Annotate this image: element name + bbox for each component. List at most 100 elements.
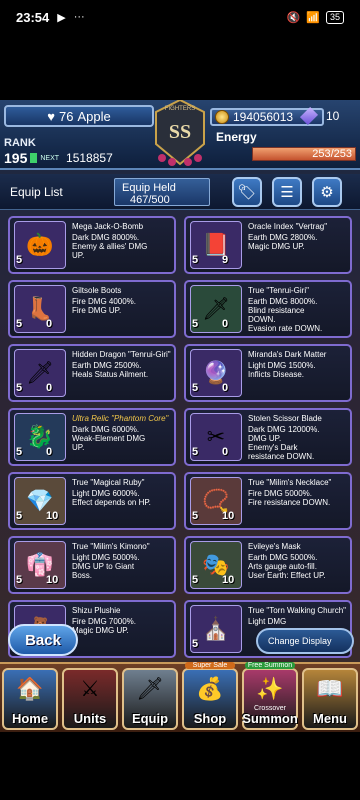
equip-desc-line: Fire resistance DOWN.	[248, 498, 331, 507]
equip-card[interactable]: 🎭 5 10 Evileye's Mask Earth DMG 5000%. Arts g…	[184, 536, 352, 594]
equip-desc-line: Boss.	[72, 571, 93, 580]
next-value: 1518857	[66, 151, 113, 165]
equip-count: 0	[222, 318, 229, 330]
equip-name: Mega Jack-O-Bomb	[72, 222, 144, 231]
equip-card[interactable]: 💎 5 10 True "Magical Ruby" Light DMG 6000%. E…	[8, 472, 176, 530]
equip-desc-line: Earth DMG 5000%.	[248, 553, 318, 562]
youtube-icon: ▶	[57, 11, 66, 24]
equip-count: 0	[46, 318, 53, 330]
equip-count: 10	[46, 510, 59, 522]
sort-button[interactable]: ☰	[272, 177, 302, 207]
gear-icon: ⚙	[320, 184, 334, 201]
next-label: NEXT	[40, 154, 60, 162]
equip-card[interactable]: ✂ 5 0 Stolen Scissor Blade Dark DMG 12000%. D…	[184, 408, 352, 466]
equip-card[interactable]: 📿 5 10 True "Milim's Necklace" Fire DMG 5000…	[184, 472, 352, 530]
nav-label: Menu	[313, 711, 347, 726]
equip-name: True "Milim's Necklace"	[248, 478, 332, 487]
equip-desc: Light DMG 1500%. Inflicts Disease.	[248, 361, 350, 379]
equip-desc-line: Dark DMG 8000%.	[72, 233, 140, 242]
player-name-box[interactable]: ♥ 76 Apple	[4, 105, 154, 127]
equip-desc-line: User Earth: Effect UP.	[248, 571, 326, 580]
equip-card[interactable]: 🐉 5 0 Ultra Relic "Phantom Core" Dark DMG 60…	[8, 408, 176, 466]
more-dots-icon: ···	[73, 11, 85, 23]
equip-desc-line: Light DMG	[248, 617, 287, 626]
nav-label: Equip	[131, 711, 169, 726]
equip-desc-line: Effect depends on HP.	[72, 498, 151, 507]
system-nav-area	[0, 732, 360, 800]
equip-desc: Dark DMG 12000%. DMG UP. Enemy's Dark resis…	[248, 425, 350, 461]
equip-desc: Fire DMG 4000%. Fire DMG UP.	[72, 297, 174, 315]
nav-label: Units	[73, 711, 107, 726]
nav-home-icon: 🏠	[16, 676, 44, 701]
equip-card[interactable]: 🗡 5 0 True "Tenrui-Giri" Earth DMG 8000%. Bli…	[184, 280, 352, 338]
equip-count: 0	[222, 446, 229, 458]
gem-value: 10	[326, 109, 340, 123]
equip-desc-line: Dark DMG 12000%.	[248, 425, 320, 434]
equip-card[interactable]: 👘 5 10 True "Milim's Kimono" Light DMG 5000%…	[8, 536, 176, 594]
energy-value: 253/253	[312, 148, 352, 160]
equip-count: 0	[46, 382, 53, 394]
equip-desc-line: Fire DMG 4000%.	[72, 297, 137, 306]
game-area: ♥ 76 Apple RANK 195 NEXT 1518857 FIGHTER…	[0, 100, 360, 732]
equip-name: Evileye's Mask	[248, 542, 301, 551]
equip-card[interactable]: 🗡 5 0 Hidden Dragon "Tenrui-Giri" Earth DMG …	[8, 344, 176, 402]
nav-menu-icon: 📖	[316, 676, 344, 701]
nav-badge: Super Sale	[185, 662, 235, 669]
equip-desc-line: Magic DMG UP.	[248, 242, 305, 251]
equip-name: Giltsole Boots	[72, 286, 122, 295]
rank-label: RANK	[4, 137, 36, 149]
nav-summon-icon: ✨	[256, 676, 284, 701]
equip-name: Shizu Plushie	[72, 606, 121, 615]
nav-home[interactable]: 🏠 Home	[2, 668, 58, 730]
equip-desc-line: Evasion rate DOWN.	[248, 324, 323, 333]
nav-menu[interactable]: 📖 Menu	[302, 668, 358, 730]
equip-card[interactable]: 🎃 5 Mega Jack-O-Bomb Dark DMG 8000%. Enemy &…	[8, 216, 176, 274]
equip-desc-line: resistance DOWN.	[248, 452, 315, 461]
emblem-grade: SS	[169, 121, 191, 143]
equip-card[interactable]: 📕 5 9 Oracle Index "Vertrag" Earth DMG 2800%…	[184, 216, 352, 274]
status-bar: 23:54 ▶ ··· 🔇 📶 35	[0, 0, 360, 34]
equip-name: True "Milim's Kimono"	[72, 542, 150, 551]
equip-desc-line: Arts gauge auto-fill.	[248, 562, 317, 571]
nav-shop[interactable]: 💰 Super Sale Shop	[182, 662, 238, 730]
equip-card[interactable]: 🔮 5 0 Miranda's Dark Matter Light DMG 1500%.…	[184, 344, 352, 402]
equip-desc-line: Inflicts Disease.	[248, 370, 305, 379]
equip-desc: Light DMG 5000%. DMG UP to Giant Boss.	[72, 553, 174, 580]
equip-desc: Earth DMG 8000%. Blind resistance DOWN. Eva…	[248, 297, 350, 333]
equip-level: 5	[16, 382, 23, 394]
equip-level: 5	[192, 510, 199, 522]
equip-count: 0	[46, 446, 53, 458]
equip-desc-line: UP.	[72, 251, 85, 260]
equip-desc: Earth DMG 2800%. Magic DMG UP.	[248, 233, 350, 251]
equip-desc-line: Earth DMG 8000%.	[248, 297, 318, 306]
tag-filter-button[interactable]: 🏷	[232, 177, 262, 207]
nav-units[interactable]: ⚔ Units	[62, 668, 118, 730]
settings-button[interactable]: ⚙	[312, 177, 342, 207]
equip-list-title: Equip List	[10, 185, 63, 199]
equip-desc-line: Light DMG 5000%.	[72, 553, 140, 562]
player-name: Apple	[77, 108, 111, 124]
equip-desc: Fire DMG 5000%. Fire resistance DOWN.	[248, 489, 350, 507]
change-display-button[interactable]: Change Display	[256, 628, 354, 654]
nav-summon[interactable]: ✨ Free Summon Crossover Summon	[242, 662, 298, 730]
equip-desc-line: Light DMG 1500%.	[248, 361, 316, 370]
sliders-icon: ☰	[280, 184, 294, 201]
equip-desc: Fire DMG 7000%. Magic DMG UP.	[72, 617, 174, 635]
nav-equip[interactable]: 🗡 Equip	[122, 668, 178, 730]
player-hearts: 76	[59, 108, 74, 124]
equip-level: 5	[192, 574, 199, 586]
equip-name: True "Tenrui-Giri"	[248, 286, 309, 295]
equip-card[interactable]: 👢 5 0 Giltsole Boots Fire DMG 4000%. Fire DMG…	[8, 280, 176, 338]
equip-name: True "Magical Ruby"	[72, 478, 145, 487]
back-button[interactable]: Back	[8, 624, 78, 656]
wifi-icon: 📶	[306, 11, 320, 24]
emblem-top-text: FIGHTERS	[165, 106, 195, 112]
heart-icon: ♥	[47, 108, 55, 124]
equip-desc: Dark DMG 8000%. Enemy & allies' DMG UP.	[72, 233, 174, 260]
nav-sub-label: Crossover	[254, 705, 286, 712]
app-screen: 23:54 ▶ ··· 🔇 📶 35 ♥ 76 Apple RANK 195 N…	[0, 0, 360, 800]
gold-value: 194056013	[233, 110, 294, 124]
nav-equip-icon: 🗡	[136, 676, 164, 701]
nav-units-icon: ⚔	[80, 676, 100, 701]
equip-count: 0	[222, 382, 229, 394]
